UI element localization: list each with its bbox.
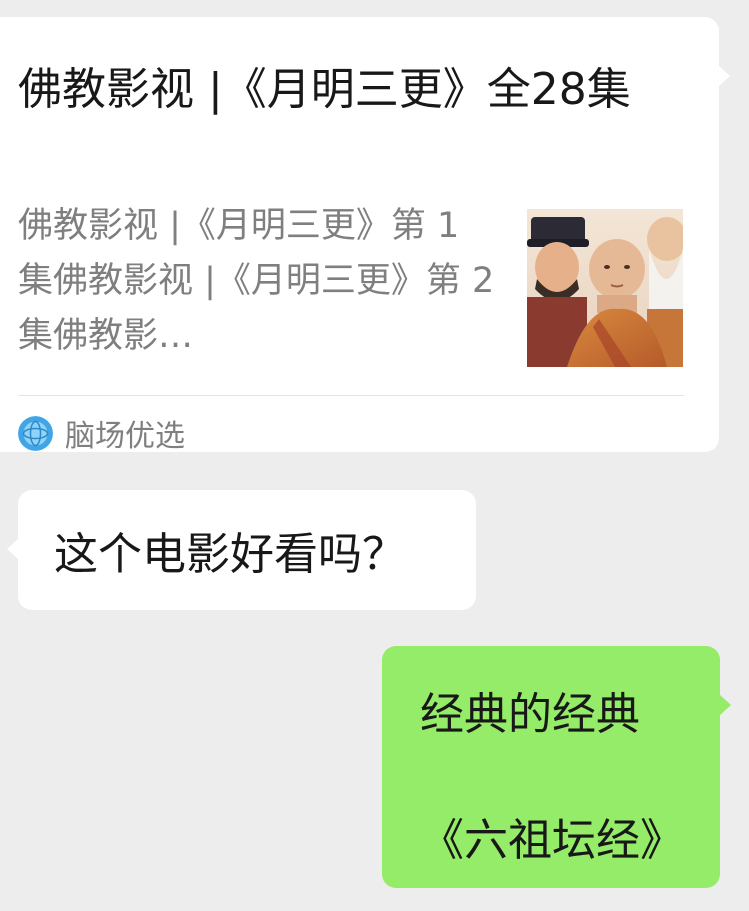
source-name: 脑场优选 xyxy=(65,419,185,454)
card-divider xyxy=(18,395,684,396)
link-card-source[interactable]: 脑场优选 xyxy=(18,413,185,454)
outgoing-message-bubble[interactable]: 经典的经典 《六祖坛经》 xyxy=(382,646,731,888)
drama-stills-image xyxy=(527,209,683,367)
incoming-message-bubble[interactable]: 这个电影好看吗？ xyxy=(7,490,476,610)
link-card-description: 佛教影视 |《月明三更》第 1 集佛教影视 |《月明三更》第 2 集佛教影… xyxy=(18,206,495,356)
outgoing-message-line: 《六祖坛经》 xyxy=(420,815,684,866)
bubble-tail xyxy=(7,538,19,560)
globe-icon xyxy=(18,415,53,451)
link-card-thumbnail xyxy=(527,209,683,367)
incoming-message-text: 这个电影好看吗？ xyxy=(54,529,406,580)
link-card-title: 佛教影视 |《月明三更》全28集 xyxy=(18,64,631,115)
bubble-tail xyxy=(718,65,730,87)
shared-link-card[interactable]: 佛教影视 |《月明三更》全28集 佛教影视 |《月明三更》第 1 集佛教影视 |… xyxy=(0,17,730,454)
bubble-tail xyxy=(719,694,731,716)
outgoing-message-line: 经典的经典 xyxy=(420,689,640,740)
